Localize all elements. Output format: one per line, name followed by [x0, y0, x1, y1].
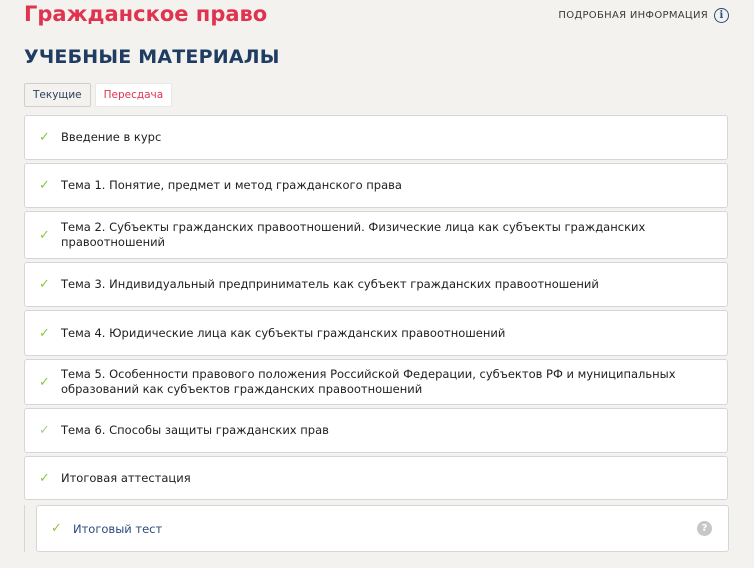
tabs: Текущие Пересдача: [24, 83, 173, 107]
material-label: Тема 5. Особенности правового положения …: [61, 367, 676, 396]
final-assessment-children: ✓ Итоговый тест ?: [24, 505, 729, 552]
materials-list: ✓ Введение в курс ✓ Тема 1. Понятие, пре…: [24, 115, 728, 503]
check-icon: ✓: [39, 227, 50, 243]
check-icon: ✓: [39, 178, 50, 193]
material-label: Тема 6. Способы защиты гражданских прав: [61, 423, 329, 437]
material-item-topic-1[interactable]: ✓ Тема 1. Понятие, предмет и метод гражд…: [24, 163, 728, 208]
more-info-label: ПОДРОБНАЯ ИНФОРМАЦИЯ: [558, 10, 708, 21]
material-label: Тема 4. Юридические лица как субъекты гр…: [61, 325, 506, 340]
material-label: Тема 1. Понятие, предмет и метод граждан…: [61, 178, 402, 192]
check-icon: ✓: [39, 470, 50, 486]
material-item-topic-3[interactable]: ✓ Тема 3. Индивидуальный предприниматель…: [24, 262, 728, 307]
tab-retake[interactable]: Пересдача: [94, 83, 173, 107]
material-item-topic-4[interactable]: ✓ Тема 4. Юридические лица как субъекты …: [24, 310, 728, 356]
info-icon: i: [714, 8, 729, 23]
material-item-topic-2[interactable]: ✓ Тема 2. Субъекты гражданских правоотно…: [24, 211, 728, 259]
material-item-intro[interactable]: ✓ Введение в курс: [24, 115, 728, 160]
more-info-link[interactable]: ПОДРОБНАЯ ИНФОРМАЦИЯ i: [558, 8, 729, 23]
material-label: Тема 2. Субъекты гражданских правоотноше…: [61, 220, 646, 249]
check-icon: ✓: [39, 325, 50, 341]
material-label: Введение в курс: [61, 130, 162, 144]
course-title: Гражданское право: [24, 2, 268, 26]
material-item-final-test[interactable]: ✓ Итоговый тест ?: [36, 505, 729, 552]
check-icon: ✓: [39, 130, 50, 145]
tab-current[interactable]: Текущие: [24, 83, 91, 107]
check-icon: ✓: [39, 374, 50, 390]
help-icon[interactable]: ?: [697, 521, 712, 536]
section-title: УЧЕБНЫЕ МАТЕРИАЛЫ: [24, 46, 280, 68]
material-item-topic-5[interactable]: ✓ Тема 5. Особенности правового положени…: [24, 359, 728, 405]
material-item-final-assessment[interactable]: ✓ Итоговая аттестация: [24, 456, 728, 500]
check-icon: ✓: [39, 423, 50, 438]
material-label: Тема 3. Индивидуальный предприниматель к…: [61, 277, 599, 291]
check-icon: ✓: [51, 521, 62, 536]
check-icon: ✓: [39, 277, 50, 292]
material-label: Итоговый тест: [73, 521, 163, 536]
material-item-topic-6[interactable]: ✓ Тема 6. Способы защиты гражданских пра…: [24, 408, 728, 453]
material-label: Итоговая аттестация: [61, 470, 191, 485]
